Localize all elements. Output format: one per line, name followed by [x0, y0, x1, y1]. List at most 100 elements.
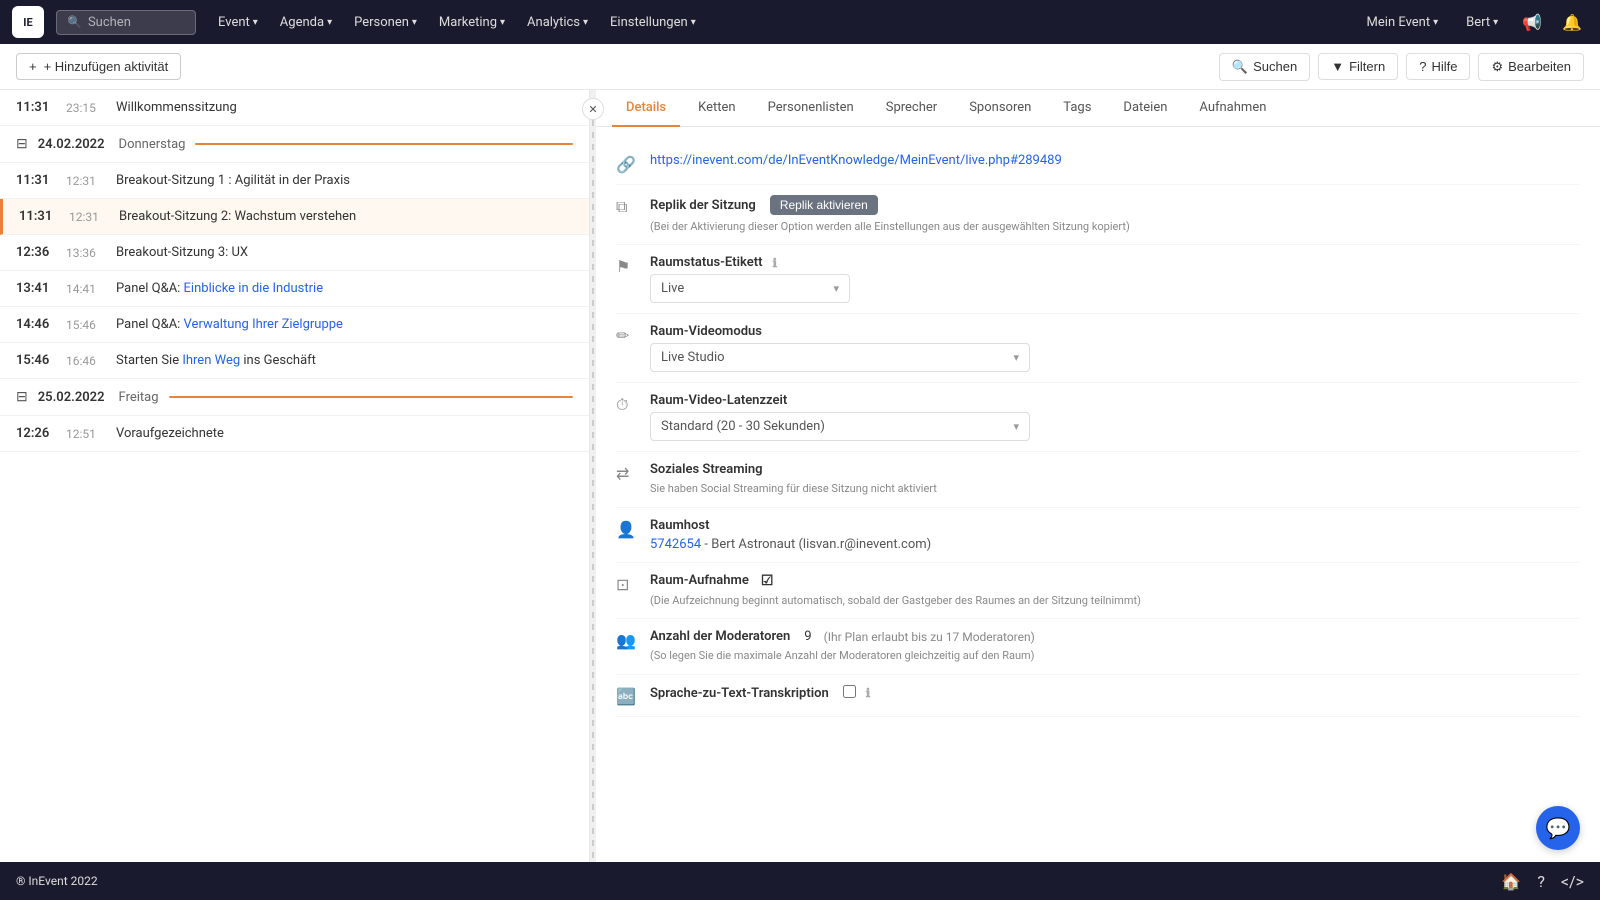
time-end: 13:36	[66, 246, 104, 260]
app-logo[interactable]: IE	[12, 6, 44, 38]
footer-brand: ® InEvent 2022	[16, 874, 98, 888]
collapse-icon: ⊟	[16, 136, 28, 152]
tab-sponsoren[interactable]: Sponsoren	[955, 90, 1045, 127]
time-start: 15:46	[16, 353, 54, 368]
filter-icon: ▼	[1331, 59, 1344, 74]
moderators-icon: 👥	[616, 631, 638, 650]
latency-dropdown[interactable]: Standard (20 - 30 Sekunden) ▾	[650, 412, 1030, 441]
day-date: 25.02.2022	[38, 390, 105, 405]
day-header-2[interactable]: ⊟ 25.02.2022 Freitag	[0, 379, 589, 416]
check-icon: ☑	[761, 573, 774, 589]
host-icon: 👤	[616, 520, 638, 539]
footer-icons: 🏠 ? </>	[1501, 872, 1584, 891]
day-header-1[interactable]: ⊟ 24.02.2022 Donnerstag	[0, 126, 589, 163]
nav-item-mein-event[interactable]: Mein Event ▾	[1357, 9, 1449, 36]
time-end: 14:41	[66, 282, 104, 296]
activate-replica-button[interactable]: Replik aktivieren	[770, 195, 878, 215]
day-line	[195, 143, 573, 145]
nav-item-personen[interactable]: Personen ▾	[344, 9, 427, 36]
agenda-item-start[interactable]: 15:46 16:46 Starten Sie Ihren Weg ins Ge…	[0, 343, 589, 379]
tab-ketten[interactable]: Ketten	[684, 90, 749, 127]
latency-icon: ⏱	[616, 395, 638, 415]
agenda-title: Breakout-Sitzung 2: Wachstum verstehen	[119, 209, 573, 224]
chevron-down-icon: ▾	[412, 17, 417, 28]
agenda-item-panel2[interactable]: 14:46 15:46 Panel Q&A: Verwaltung Ihrer …	[0, 307, 589, 343]
detail-panel: Details Ketten Personenlisten Sprecher S…	[596, 90, 1600, 862]
agenda-item-vorauf[interactable]: 12:26 12:51 Voraufgezeichnete	[0, 416, 589, 452]
detail-tabs: Details Ketten Personenlisten Sprecher S…	[596, 90, 1600, 127]
agenda-item-breakout2[interactable]: 11:31 12:31 Breakout-Sitzung 2: Wachstum…	[0, 199, 589, 235]
toolbar: + + Hinzufügen aktivität 🔍 Suchen ▼ Filt…	[0, 44, 1600, 90]
time-end: 12:31	[69, 210, 107, 224]
agenda-item-breakout3[interactable]: 12:36 13:36 Breakout-Sitzung 3: UX	[0, 235, 589, 271]
tab-dateien[interactable]: Dateien	[1109, 90, 1181, 127]
plus-icon: +	[29, 59, 37, 74]
nav-item-einstellungen[interactable]: Einstellungen ▾	[600, 9, 706, 36]
search-box[interactable]: 🔍 Suchen	[56, 10, 196, 35]
agenda-title: Voraufgezeichnete	[116, 426, 573, 441]
help-icon: ?	[1419, 59, 1426, 74]
nav-item-analytics[interactable]: Analytics ▾	[517, 9, 598, 36]
agenda-item-breakout1[interactable]: 11:31 12:31 Breakout-Sitzung 1 : Agilitä…	[0, 163, 589, 199]
info-icon[interactable]: ℹ	[772, 256, 777, 270]
chevron-down-icon: ▾	[1493, 17, 1498, 28]
time-start: 11:31	[19, 209, 57, 224]
nav-item-agenda[interactable]: Agenda ▾	[270, 9, 342, 36]
nav-right: Mein Event ▾ Bert ▾ 📢 🔔	[1357, 9, 1588, 36]
host-info: 5742654 - Bert Astronaut (lisvan.r@ineve…	[650, 537, 1580, 552]
agenda-title: Panel Q&A: Verwaltung Ihrer Zielgruppe	[116, 317, 573, 332]
agenda-title: Panel Q&A: Einblicke in die Industrie	[116, 281, 573, 296]
field-latency: ⏱ Raum-Video-Latenzzeit Standard (20 - 3…	[616, 383, 1580, 452]
video-mode-dropdown[interactable]: Live Studio ▾	[650, 343, 1030, 372]
panel-detail-content: 🔗 https://inevent.com/de/InEventKnowledg…	[596, 127, 1600, 733]
field-link: 🔗 https://inevent.com/de/InEventKnowledg…	[616, 143, 1580, 185]
main-content: 11:31 23:15 Willkommenssitzung ⊟ 24.02.2…	[0, 90, 1600, 862]
info-icon[interactable]: ℹ	[866, 686, 871, 700]
add-activity-button[interactable]: + + Hinzufügen aktivität	[16, 53, 181, 80]
recording-icon: ⊡	[616, 575, 638, 594]
time-start: 13:41	[16, 281, 54, 296]
time-start: 11:31	[16, 100, 54, 115]
question-icon[interactable]: ?	[1537, 872, 1545, 891]
tab-tags[interactable]: Tags	[1049, 90, 1105, 127]
help-button[interactable]: ? Hilfe	[1406, 53, 1470, 80]
time-end: 15:46	[66, 318, 104, 332]
footer: ® InEvent 2022 🏠 ? </>	[0, 862, 1600, 900]
transcription-checkbox[interactable]	[843, 685, 856, 698]
flag-icon: ⚑	[616, 257, 638, 276]
close-panel-button[interactable]: ✕	[582, 98, 604, 120]
chevron-down-icon: ▾	[1433, 17, 1438, 28]
agenda-item-panel1[interactable]: 13:41 14:41 Panel Q&A: Einblicke in die …	[0, 271, 589, 307]
room-status-dropdown[interactable]: Live ▾	[650, 274, 850, 303]
field-video-mode: ✏ Raum-Videomodus Live Studio ▾	[616, 314, 1580, 383]
home-icon[interactable]: 🏠	[1501, 872, 1521, 891]
agenda-title: Starten Sie Ihren Weg ins Geschäft	[116, 353, 573, 368]
day-name: Freitag	[119, 390, 159, 405]
agenda-title: Breakout-Sitzung 3: UX	[116, 245, 573, 260]
nav-item-bert[interactable]: Bert ▾	[1456, 9, 1508, 36]
chat-bubble-button[interactable]: 💬	[1536, 806, 1580, 850]
moderators-note: (So legen Sie die maximale Anzahl der Mo…	[650, 648, 1580, 663]
day-name: Donnerstag	[119, 137, 186, 152]
session-url[interactable]: https://inevent.com/de/InEventKnowledge/…	[650, 153, 1062, 168]
tab-aufnahmen[interactable]: Aufnahmen	[1185, 90, 1280, 127]
video-mode-icon: ✏	[616, 326, 638, 345]
code-icon[interactable]: </>	[1561, 872, 1584, 891]
bell-icon[interactable]: 🔔	[1556, 9, 1588, 36]
divider-line	[592, 120, 594, 862]
agenda-item-welcome[interactable]: 11:31 23:15 Willkommenssitzung	[0, 90, 589, 126]
nav-item-marketing[interactable]: Marketing ▾	[429, 9, 515, 36]
filter-button[interactable]: ▼ Filtern	[1318, 53, 1398, 80]
tab-personenlisten[interactable]: Personenlisten	[754, 90, 868, 127]
gear-icon: ⚙	[1491, 59, 1503, 75]
nav-item-event[interactable]: Event ▾	[208, 9, 268, 36]
edit-button[interactable]: ⚙ Bearbeiten	[1478, 53, 1584, 81]
moderator-plan-note: (Ihr Plan erlaubt bis zu 17 Moderatoren)	[824, 630, 1035, 644]
tab-sprecher[interactable]: Sprecher	[872, 90, 951, 127]
megaphone-icon[interactable]: 📢	[1516, 9, 1548, 36]
search-icon: 🔍	[67, 15, 82, 29]
field-room-host: 👤 Raumhost 5742654 - Bert Astronaut (lis…	[616, 508, 1580, 563]
tab-details[interactable]: Details	[612, 90, 680, 127]
chevron-down-icon: ▾	[253, 17, 258, 28]
search-button[interactable]: 🔍 Suchen	[1219, 53, 1310, 81]
